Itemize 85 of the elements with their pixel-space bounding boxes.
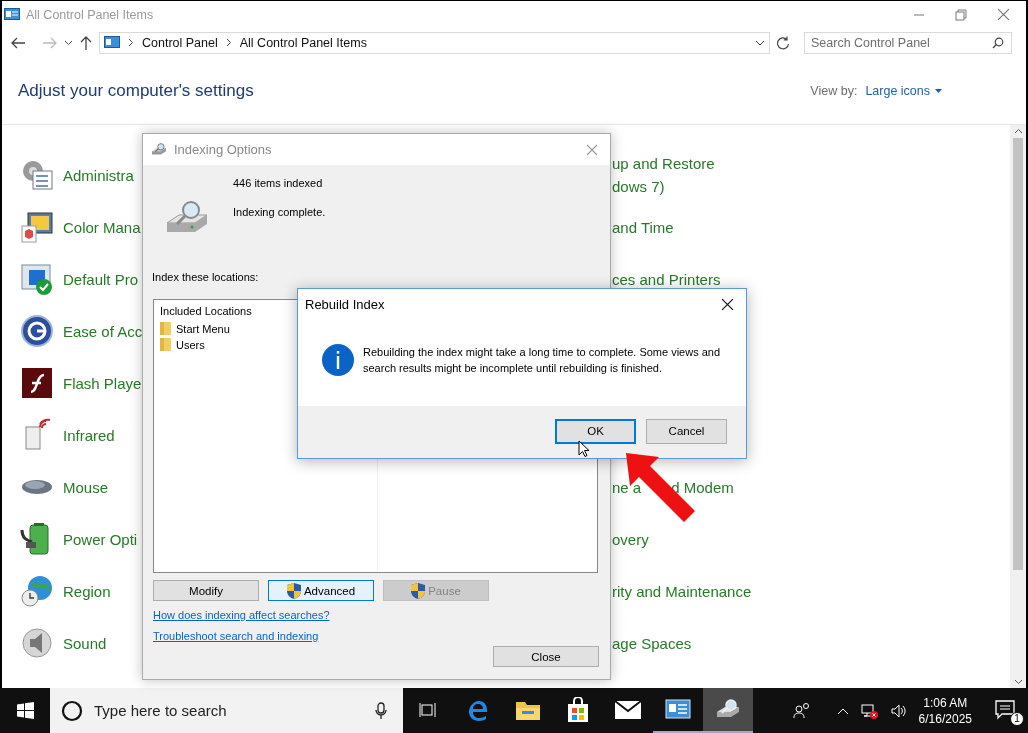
scrollbar-thumb[interactable] <box>1013 138 1023 570</box>
applet-link[interactable]: ne a <box>612 475 642 499</box>
search-field[interactable]: Search Control Panel <box>804 31 1012 54</box>
applet-link[interactable]: age Spaces <box>612 631 692 655</box>
mouse-icon <box>20 479 54 495</box>
gear-checklist-icon <box>20 158 54 192</box>
applet-link[interactable]: up and Restore <box>612 152 715 175</box>
breadcrumb-item[interactable]: All Control Panel Items <box>239 35 367 50</box>
applet-link[interactable]: Flash Playe <box>63 374 142 392</box>
help-link[interactable]: Troubleshoot search and indexing <box>153 630 319 642</box>
locations-label: Index these locations: <box>152 271 260 283</box>
applet-link[interactable]: overy <box>612 527 649 551</box>
windows-logo-icon[interactable] <box>16 702 34 719</box>
chevron-up-icon[interactable] <box>836 706 849 715</box>
dialog-button[interactable]: Modify <box>153 580 259 601</box>
dialog-title: Indexing Options <box>174 142 273 157</box>
taskbar-search-field[interactable]: Type here to search <box>50 688 403 733</box>
notification-count: 1 <box>1010 711 1024 726</box>
back-arrow-icon[interactable] <box>10 35 26 50</box>
column-header: Included Locations <box>160 305 253 317</box>
shopping-bag-icon[interactable] <box>566 696 590 723</box>
swoosh-icon <box>20 366 54 400</box>
close-button[interactable]: Close <box>493 646 599 667</box>
caret-icon[interactable] <box>935 88 942 93</box>
indexing-status: Indexing complete. <box>233 206 326 218</box>
window-check-icon <box>20 262 54 296</box>
applet-link[interactable]: Infrared <box>63 426 115 444</box>
shield-icon <box>286 582 301 599</box>
task-view-icon[interactable] <box>419 701 437 718</box>
microphone-icon[interactable] <box>375 701 387 720</box>
applet-link[interactable]: Power Opti <box>63 530 138 548</box>
dialog-title: Rebuild Index <box>305 297 386 312</box>
location-item[interactable]: Start Menu <box>176 322 230 335</box>
folder-icon <box>160 322 171 335</box>
dialog-message: Rebuilding the index might take a long time to complete. Some views and search results might be incomplete until rebuilding is finished. <box>363 345 722 376</box>
control-panel-icon[interactable] <box>665 698 691 721</box>
scroll-down-icon[interactable] <box>1013 679 1023 685</box>
applet-link[interactable]: Mouse <box>63 478 109 496</box>
control-panel-icon <box>104 36 120 49</box>
applet-link[interactable]: rity and Maintenance <box>612 579 752 603</box>
applet-link[interactable]: dows 7) <box>612 175 665 198</box>
location-item[interactable]: Users <box>176 338 205 351</box>
folder-icon <box>160 338 171 351</box>
applet-link[interactable]: Region <box>63 582 111 600</box>
search-icon[interactable] <box>992 36 1004 49</box>
info-icon <box>322 344 354 376</box>
dropdown-caret-icon[interactable] <box>64 39 73 46</box>
drive-magnifier-icon <box>150 142 168 157</box>
globe-clock-icon <box>20 574 54 608</box>
chevron-icon[interactable] <box>128 38 134 47</box>
circle-icon <box>61 699 83 722</box>
shield-icon <box>411 582 426 599</box>
dialog-button[interactable]: OK <box>555 418 636 444</box>
dropdown-caret-icon[interactable] <box>755 39 765 46</box>
scroll-up-icon[interactable] <box>1013 128 1023 134</box>
network-error-icon[interactable] <box>860 702 879 719</box>
dialog-button[interactable]: Advanced <box>268 580 374 601</box>
applet-link[interactable]: Default Pro <box>63 270 139 288</box>
close-icon[interactable] <box>721 298 734 311</box>
speaker-icon <box>20 626 54 660</box>
taskbar-clock[interactable]: 1:06 AM 6/16/2025 <box>918 694 972 727</box>
people-icon[interactable] <box>792 701 811 720</box>
notification-icon[interactable] <box>994 697 1016 720</box>
volume-icon[interactable] <box>890 703 907 718</box>
help-link[interactable]: How does indexing affect searches? <box>153 609 330 621</box>
chevron-icon[interactable] <box>225 38 232 47</box>
view-by-label: View by: <box>810 83 858 98</box>
window-title: All Control Panel Items <box>26 7 155 22</box>
applet-link[interactable]: and Time <box>612 215 674 239</box>
applet-link[interactable]: Sound <box>63 634 107 652</box>
monitor-cube-icon <box>20 210 54 244</box>
applet-link[interactable]: Administra <box>63 166 134 184</box>
envelope-icon[interactable] <box>614 699 642 720</box>
dialog-button[interactable]: Cancel <box>646 418 727 444</box>
indexed-count: 446 items indexed <box>233 177 324 189</box>
page-heading: Adjust your computer's settings <box>18 80 255 101</box>
refresh-icon[interactable] <box>776 35 790 50</box>
address-bar[interactable]: Control Panel All Control Panel Items <box>99 31 770 54</box>
breadcrumb-item[interactable]: Control Panel <box>142 35 218 50</box>
restore-icon[interactable] <box>955 8 967 21</box>
applet-link[interactable]: ces and Printers <box>612 267 721 291</box>
applet-link[interactable]: Ease of Acc <box>63 322 143 340</box>
up-arrow-icon[interactable] <box>79 34 93 51</box>
view-mode-link[interactable]: Large icons <box>865 83 942 98</box>
applet-link[interactable]: Color Mana <box>63 218 141 236</box>
